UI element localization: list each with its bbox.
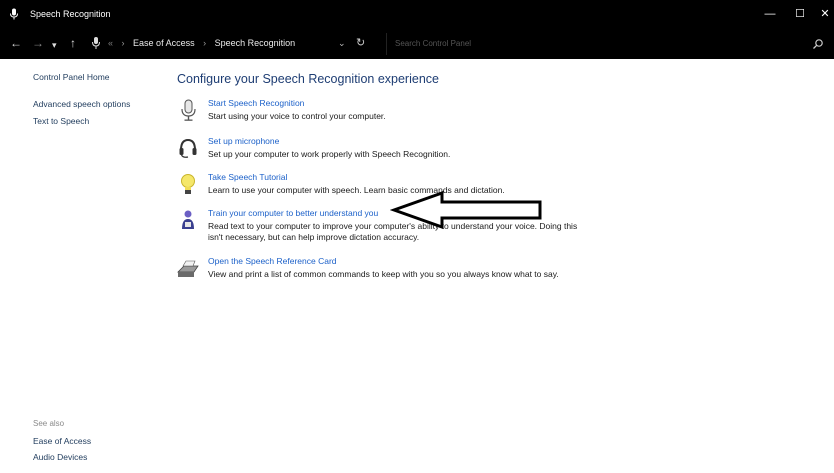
breadcrumb-ease-of-access[interactable]: Ease of Access — [133, 38, 195, 48]
text-to-speech-link[interactable]: Text to Speech — [33, 116, 89, 126]
lightbulb-icon — [181, 174, 195, 194]
title-bar: Speech Recognition — ☐ ✕ — [0, 0, 834, 29]
ease-of-access-link[interactable]: Ease of Access — [33, 436, 91, 446]
train-computer-link[interactable]: Train your computer to better understand… — [208, 208, 378, 218]
breadcrumb-speech-recognition[interactable]: Speech Recognition — [215, 38, 296, 48]
window-title: Speech Recognition — [30, 9, 111, 19]
page-title: Configure your Speech Recognition experi… — [177, 72, 439, 86]
address-dropdown-button[interactable]: ⌄ — [338, 38, 346, 49]
breadcrumb-separator: › — [203, 38, 207, 48]
description-line: View and print a list of common commands… — [208, 269, 559, 279]
open-speech-reference-card-link[interactable]: Open the Speech Reference Card — [208, 256, 337, 266]
back-button[interactable]: ← — [10, 36, 22, 50]
task-description: View and print a list of common commands… — [208, 269, 559, 280]
description-line: Start using your voice to control your c… — [208, 111, 386, 121]
address-bar: ← → ▾ ↑ « › Ease of Access › Speech Reco… — [0, 29, 834, 59]
person-training-icon — [182, 210, 194, 229]
refresh-button[interactable]: ↻ — [356, 36, 365, 49]
left-pane: Control Panel Home Advanced speech optio… — [0, 59, 160, 473]
speech-recognition-icon — [92, 37, 100, 49]
recent-locations-button[interactable]: ▾ — [52, 38, 57, 52]
description-line: Set up your computer to work properly wi… — [208, 149, 451, 159]
search-icon[interactable] — [812, 38, 824, 50]
description-line: isn't necessary, but can help improve di… — [208, 232, 420, 242]
advanced-speech-options-link[interactable]: Advanced speech options — [33, 99, 130, 109]
microphone-icon — [10, 8, 18, 20]
forward-button[interactable]: → — [32, 36, 44, 50]
close-button[interactable]: ✕ — [810, 0, 834, 29]
breadcrumb-separator: › — [121, 38, 125, 48]
breadcrumb: « › Ease of Access › Speech Recognition — [108, 38, 295, 48]
set-up-microphone-link[interactable]: Set up microphone — [208, 136, 279, 146]
up-button[interactable]: ↑ — [70, 36, 76, 50]
audio-devices-link[interactable]: Audio Devices — [33, 452, 87, 462]
task-description: Set up your computer to work properly wi… — [208, 149, 450, 160]
start-speech-recognition-link[interactable]: Start Speech Recognition — [208, 98, 304, 108]
breadcrumb-root[interactable]: « — [108, 38, 113, 48]
task-description: Start using your voice to control your c… — [208, 111, 386, 122]
microphone-icon — [181, 99, 196, 121]
headset-icon — [179, 138, 197, 158]
annotation-arrow — [390, 190, 542, 230]
printer-icon — [177, 260, 199, 277]
see-also-label: See also — [33, 419, 65, 428]
minimize-button[interactable]: — — [755, 0, 785, 29]
search-placeholder: Search Control Panel — [395, 39, 472, 48]
take-speech-tutorial-link[interactable]: Take Speech Tutorial — [208, 172, 287, 182]
control-panel-home-link[interactable]: Control Panel Home — [33, 72, 110, 82]
search-input[interactable]: Search Control Panel — [386, 33, 828, 55]
